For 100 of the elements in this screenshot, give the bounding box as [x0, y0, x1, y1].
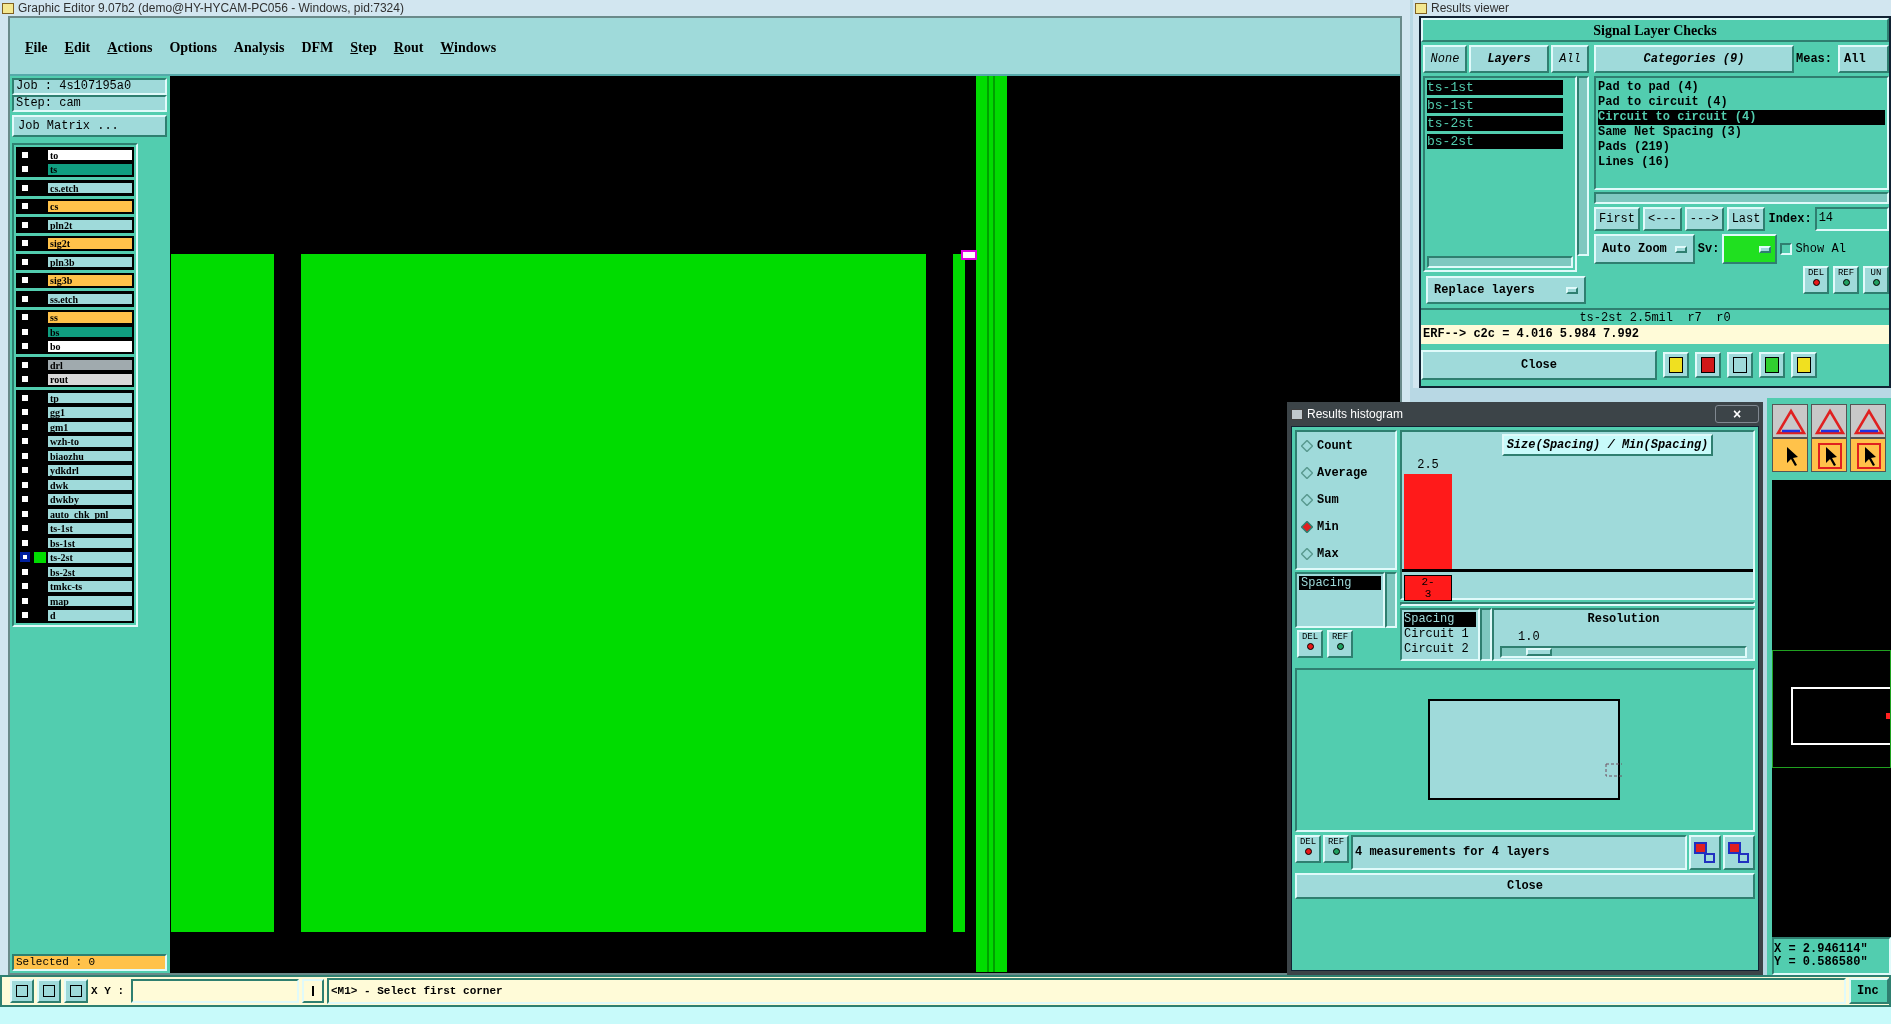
menu-item[interactable]: Rout: [393, 36, 424, 58]
navigation-button[interactable]: <---: [1643, 207, 1682, 231]
refresh-button[interactable]: UN: [1863, 266, 1889, 294]
delete-button[interactable]: DEL: [1803, 266, 1829, 294]
menu-item[interactable]: Options: [169, 36, 217, 58]
radio-button[interactable]: [1301, 493, 1313, 506]
refresh-button[interactable]: REF: [1833, 266, 1859, 294]
categories-button[interactable]: Categories (9): [1594, 45, 1794, 73]
layer-name[interactable]: ydkdrl: [47, 464, 133, 477]
attribute-list-item[interactable]: Circuit 2: [1404, 642, 1476, 657]
layer-name[interactable]: ts-1st: [47, 522, 133, 535]
close-button[interactable]: Close: [1421, 350, 1657, 380]
layer-name[interactable]: ts-2st: [47, 551, 133, 564]
layer-checkbox[interactable]: [20, 595, 30, 606]
layer-checkbox[interactable]: [20, 164, 30, 175]
layer-checkbox[interactable]: [20, 219, 30, 230]
layer-checkbox[interactable]: [20, 479, 30, 490]
layer-name[interactable]: dwk: [47, 478, 133, 491]
vertical-scrollbar[interactable]: [1385, 572, 1397, 628]
layer-checkbox[interactable]: [20, 238, 30, 249]
vertical-scrollbar[interactable]: [1480, 608, 1492, 661]
layer-checkbox[interactable]: [20, 359, 30, 370]
menu-item[interactable]: Analysis: [233, 36, 285, 58]
coordinate-input[interactable]: [131, 979, 299, 1003]
all-button[interactable]: All: [1551, 45, 1589, 73]
slider-thumb[interactable]: [1526, 648, 1553, 656]
menu-item[interactable]: Edit: [64, 36, 91, 58]
layer-name[interactable]: cs.etch: [47, 181, 133, 194]
category-list-item[interactable]: Lines (16): [1598, 155, 1885, 170]
layer-list-item[interactable]: bs-2st: [1427, 134, 1563, 149]
layer-name[interactable]: sig2t: [47, 237, 133, 250]
layer-checkbox[interactable]: [20, 407, 30, 418]
refresh-button[interactable]: REF: [1323, 835, 1349, 863]
show-all-checkbox[interactable]: [1780, 243, 1793, 255]
layer-name[interactable]: gm1: [47, 420, 133, 433]
navigation-button[interactable]: Last: [1726, 207, 1766, 231]
category-list-item[interactable]: Same Net Spacing (3): [1598, 125, 1885, 140]
menu-item[interactable]: Step: [350, 36, 377, 58]
layer-checkbox[interactable]: [20, 149, 30, 160]
layer-checkbox[interactable]: [20, 374, 30, 385]
layer-checkbox[interactable]: [20, 392, 30, 403]
category-list-item[interactable]: Circuit to circuit (4): [1598, 110, 1885, 125]
layer-checkbox[interactable]: [20, 552, 30, 563]
layer-checkbox[interactable]: [20, 201, 30, 212]
radio-button[interactable]: [1301, 548, 1313, 561]
layer-checkbox[interactable]: [20, 326, 30, 337]
layer-name[interactable]: map: [47, 594, 133, 607]
pointer-icon[interactable]: [1811, 438, 1847, 472]
layer-name[interactable]: sig3b: [47, 274, 133, 287]
layer-checkbox[interactable]: [20, 450, 30, 461]
layer-checkbox[interactable]: [20, 465, 30, 476]
chart-export-icon[interactable]: [1723, 835, 1755, 870]
attribute-list-item[interactable]: Circuit 1: [1404, 627, 1476, 642]
layer-checkbox[interactable]: [20, 508, 30, 519]
radio-button[interactable]: [1301, 439, 1313, 452]
layer-checkbox[interactable]: [20, 275, 30, 286]
severity-menu[interactable]: [1722, 234, 1778, 264]
delete-button[interactable]: DEL: [1297, 630, 1323, 658]
layer-checkbox[interactable]: [20, 566, 30, 577]
refresh-button[interactable]: REF: [1327, 630, 1353, 658]
layer-name[interactable]: ts: [47, 163, 133, 176]
menu-item[interactable]: DFM: [301, 36, 334, 58]
layer-name[interactable]: bs-1st: [47, 536, 133, 549]
delete-button[interactable]: DEL: [1295, 835, 1321, 863]
horizontal-scrollbar[interactable]: [1427, 256, 1573, 268]
job-matrix-button[interactable]: Job Matrix ...: [12, 115, 167, 137]
layer-name[interactable]: drl: [47, 358, 133, 371]
layer-checkbox[interactable]: [20, 494, 30, 505]
layer-checkbox[interactable]: [20, 182, 30, 193]
close-button[interactable]: Close: [1295, 873, 1755, 899]
navigation-button[interactable]: First: [1594, 207, 1640, 231]
menu-item[interactable]: Windows: [440, 36, 497, 58]
menu-item[interactable]: File: [25, 36, 48, 58]
layer-checkbox[interactable]: [20, 610, 30, 621]
layer-checkbox[interactable]: [20, 312, 30, 323]
horizontal-scrollbar[interactable]: [1400, 602, 1755, 606]
vertical-scrollbar[interactable]: [1577, 76, 1589, 256]
replace-layers-menu[interactable]: Replace layers: [1426, 276, 1586, 304]
layer-name[interactable]: wzh-to: [47, 435, 133, 448]
layer-checkbox[interactable]: [20, 436, 30, 447]
layer-name[interactable]: tmkc-ts: [47, 580, 133, 593]
layer-checkbox[interactable]: [20, 421, 30, 432]
resolution-slider[interactable]: [1500, 646, 1747, 658]
layers-button[interactable]: Layers: [1469, 45, 1549, 73]
layer-checkbox[interactable]: [20, 537, 30, 548]
chart-export-icon[interactable]: [1689, 835, 1721, 870]
close-button[interactable]: ×: [1715, 405, 1759, 423]
radio-button[interactable]: [1301, 521, 1313, 534]
layer-list-item[interactable]: bs-1st: [1427, 98, 1563, 113]
navigation-button[interactable]: --->: [1684, 207, 1724, 231]
radio-button[interactable]: [1301, 466, 1313, 479]
layer-name[interactable]: tp: [47, 391, 133, 404]
pointer-icon[interactable]: [1850, 438, 1886, 472]
layer-name[interactable]: bo: [47, 340, 133, 353]
layer-name[interactable]: bs: [47, 325, 133, 338]
layer-name[interactable]: ss: [47, 311, 133, 324]
layer-name[interactable]: pln3b: [47, 255, 133, 268]
measure-list-item[interactable]: Spacing: [1299, 576, 1381, 590]
units-button[interactable]: Inc: [1849, 978, 1889, 1004]
layer-name[interactable]: dwkby: [47, 493, 133, 506]
